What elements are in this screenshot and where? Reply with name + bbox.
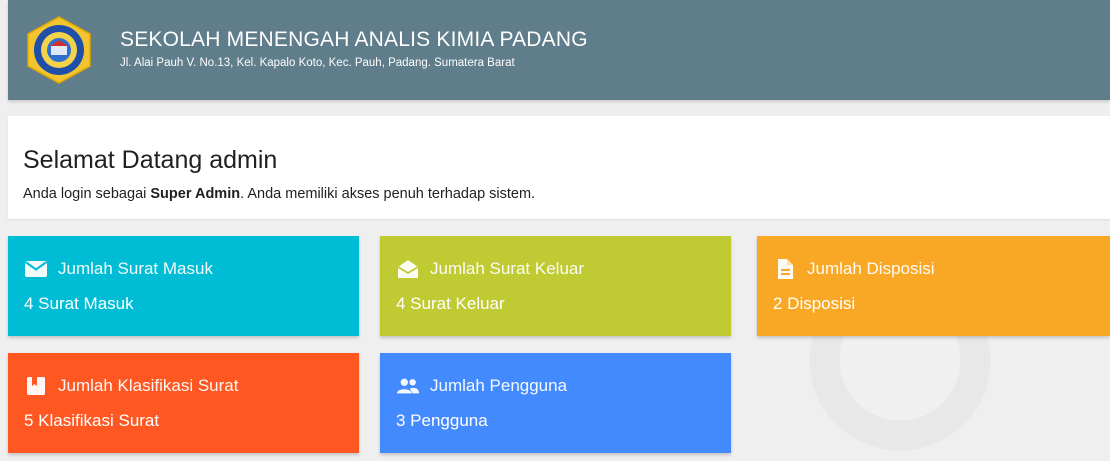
welcome-title: Selamat Datang admin xyxy=(23,146,278,174)
card-title-text: Jumlah Pengguna xyxy=(430,376,568,395)
envelope-open-icon xyxy=(396,259,420,279)
welcome-text-suffix: . Anda memiliki akses penuh terhadap sis… xyxy=(240,186,536,202)
welcome-panel: Selamat Datang admin Anda login sebagai … xyxy=(8,116,1110,219)
document-icon xyxy=(773,259,797,279)
user-role: Super Admin xyxy=(150,186,241,202)
card-title-text: Jumlah Klasifikasi Surat xyxy=(58,376,239,395)
card-title: Jumlah Pengguna xyxy=(396,376,567,396)
welcome-text: Anda login sebagai Super Admin. Anda mem… xyxy=(23,186,535,202)
card-pengguna[interactable]: Jumlah Pengguna 3 Pengguna xyxy=(380,353,731,453)
card-title-text: Jumlah Surat Masuk xyxy=(58,259,213,278)
school-address: Jl. Alai Pauh V. No.13, Kel. Kapalo Koto… xyxy=(120,57,515,69)
school-name: SEKOLAH MENENGAH ANALIS KIMIA PADANG xyxy=(120,28,588,51)
card-value: 3 Pengguna xyxy=(396,411,488,430)
card-disposisi[interactable]: Jumlah Disposisi 2 Disposisi xyxy=(757,236,1110,336)
card-value: 4 Surat Keluar xyxy=(396,294,505,313)
card-title-text: Jumlah Surat Keluar xyxy=(430,259,585,278)
card-klasifikasi-surat[interactable]: Jumlah Klasifikasi Surat 5 Klasifikasi S… xyxy=(8,353,359,453)
app-header: SEKOLAH MENENGAH ANALIS KIMIA PADANG Jl.… xyxy=(8,0,1110,100)
card-value: 4 Surat Masuk xyxy=(24,294,134,313)
bookmark-icon xyxy=(24,376,48,396)
card-title: Jumlah Klasifikasi Surat xyxy=(24,376,238,396)
card-surat-keluar[interactable]: Jumlah Surat Keluar 4 Surat Keluar xyxy=(380,236,731,336)
card-title-text: Jumlah Disposisi xyxy=(807,259,935,278)
card-title: Jumlah Disposisi xyxy=(773,259,935,279)
envelope-icon xyxy=(24,259,48,279)
card-title: Jumlah Surat Keluar xyxy=(396,259,584,279)
card-title: Jumlah Surat Masuk xyxy=(24,259,213,279)
people-icon xyxy=(396,376,420,396)
card-surat-masuk[interactable]: Jumlah Surat Masuk 4 Surat Masuk xyxy=(8,236,359,336)
school-logo xyxy=(26,15,92,85)
welcome-text-prefix: Anda login sebagai xyxy=(23,186,151,202)
card-value: 5 Klasifikasi Surat xyxy=(24,411,160,430)
card-value: 2 Disposisi xyxy=(773,294,856,313)
